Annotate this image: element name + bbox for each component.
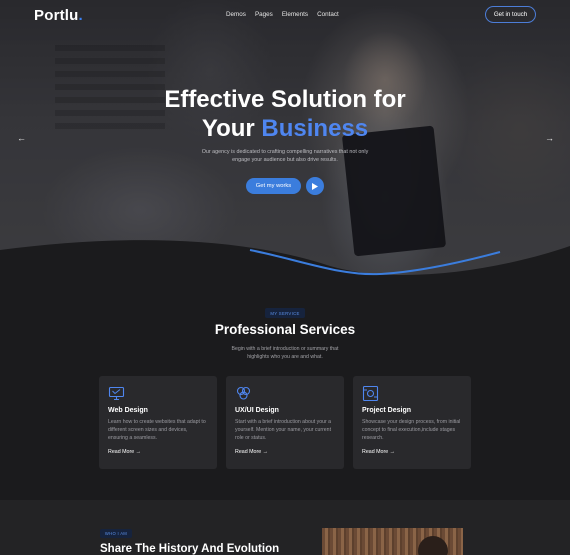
- hero-title-accent: Business: [261, 115, 369, 142]
- hero-title-line1: Effective Solution for: [164, 86, 406, 113]
- logo-text: Portlu: [34, 7, 79, 24]
- project-icon: [362, 385, 379, 402]
- logo-dot: .: [78, 7, 83, 24]
- card-description: Start with a brief introduction about yo…: [235, 419, 332, 441]
- read-more-link[interactable]: Read More →: [235, 449, 268, 455]
- about-section: [0, 500, 570, 555]
- get-my-works-button[interactable]: Get my works: [246, 178, 301, 194]
- card-title: UX/UI Design: [235, 407, 279, 414]
- nav-item-elements[interactable]: Elements: [282, 11, 308, 18]
- card-description: Showcase your design process, from initi…: [362, 419, 461, 441]
- about-photo-figure: [418, 536, 448, 555]
- get-in-touch-button[interactable]: Get in touch: [485, 6, 536, 23]
- hero-wave-divider: [0, 240, 570, 290]
- nav-item-pages[interactable]: Pages: [255, 11, 273, 18]
- services-subtitle: Begin with a brief introduction or summa…: [231, 346, 339, 360]
- monitor-icon: [108, 386, 125, 401]
- service-card-ux-ui-design[interactable]: UX/UI Design Start with a brief introduc…: [226, 376, 344, 469]
- who-i-am-badge: WHO I AM: [100, 529, 132, 538]
- nav-item-demos[interactable]: Demos: [226, 11, 246, 18]
- card-title: Web Design: [108, 407, 148, 414]
- card-title: Project Design: [362, 407, 412, 414]
- site-logo[interactable]: Portlu.: [34, 7, 83, 24]
- play-video-button[interactable]: [306, 177, 324, 195]
- about-title: Share The History And Evolution: [100, 543, 280, 555]
- read-more-link[interactable]: Read More →: [108, 449, 141, 455]
- about-photo: [322, 528, 463, 555]
- main-nav: Demos Pages Elements Contact: [226, 11, 339, 18]
- play-icon: [312, 182, 318, 190]
- hero-title-plain: Your: [201, 115, 255, 142]
- nav-item-contact[interactable]: Contact: [317, 11, 339, 18]
- service-badge: MY SERVICE: [265, 308, 305, 318]
- hero-title-line2: Your Business: [0, 114, 570, 143]
- read-more-link[interactable]: Read More →: [362, 449, 395, 455]
- card-description: Learn how to create websites that adapt …: [108, 419, 206, 441]
- service-card-project-design[interactable]: Project Design Showcase your design proc…: [353, 376, 471, 469]
- services-title: Professional Services: [214, 322, 356, 337]
- design-icon: [236, 386, 251, 400]
- service-card-web-design[interactable]: Web Design Learn how to create websites …: [99, 376, 217, 469]
- hero-subtitle: Our agency is dedicated to crafting comp…: [201, 149, 369, 163]
